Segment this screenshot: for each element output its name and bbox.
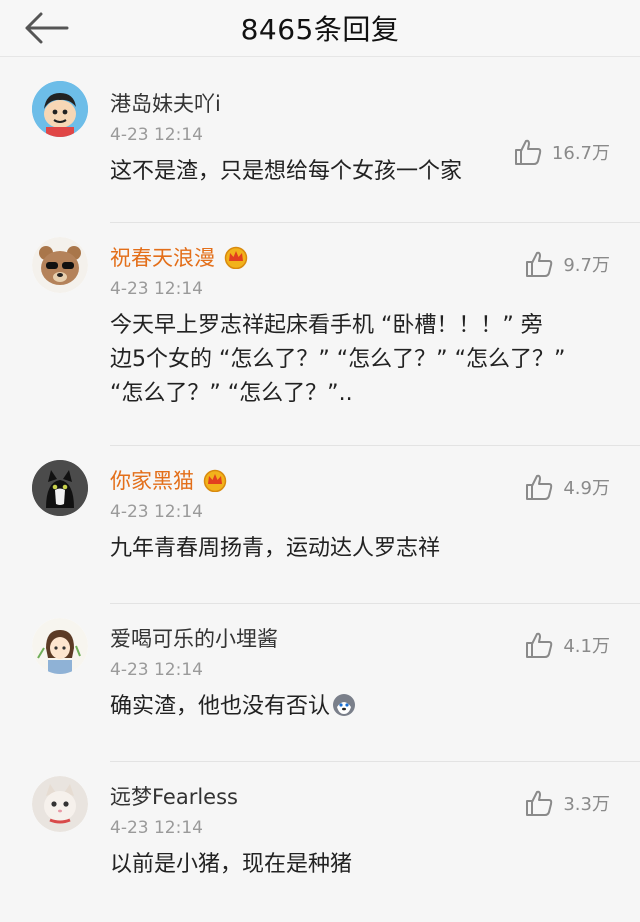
comment-text: 九年青春周扬青，运动达人罗志祥	[110, 536, 441, 561]
comment-time: 4-23 12:14	[110, 818, 203, 838]
like-count: 16.7万	[551, 143, 610, 164]
avatar[interactable]	[32, 460, 88, 516]
vip-crown-icon	[224, 246, 248, 269]
commenter-name[interactable]: 港岛妹夫吖i	[110, 88, 221, 118]
husky-emoji-icon	[333, 694, 356, 716]
vip-crown-icon	[203, 469, 227, 492]
comment-item: 9.7万 祝春天浪漫 4-23 12:14 今天早上罗志祥起床看手机 “卧槽！！…	[0, 223, 640, 445]
like-button[interactable]: 3.3万	[525, 790, 610, 816]
avatar[interactable]	[32, 81, 88, 137]
comment-text: 今天早上罗志祥起床看手机 “卧槽！！！” 旁 边5个女的 “怎么了？” “怎么了…	[110, 309, 610, 411]
comment-time: 4-23 12:14	[110, 502, 203, 522]
comment-item: 4.9万 你家黑猫 4-23 12:14 九年青春周扬青，运动达人罗志祥	[0, 446, 640, 603]
commenter-name[interactable]: 你家黑猫	[110, 465, 194, 495]
commenter-name[interactable]: 爱喝可乐的小埋酱	[110, 623, 278, 653]
like-count: 3.3万	[563, 794, 610, 815]
thumbs-up-icon	[526, 790, 553, 816]
comment-time: 4-23 12:14	[110, 660, 203, 680]
comment-item: 3.3万 远梦Fearless 4-23 12:14 以前是小猪，现在是种猪	[0, 762, 640, 922]
comment-text-content: 确实渣，他也没有否认	[110, 694, 331, 719]
thumbs-up-icon	[526, 474, 553, 500]
comment-text: 确实渣，他也没有否认	[110, 690, 610, 724]
comment-text-line: 今天早上罗志祥起床看手机 “卧槽！！！” 旁	[110, 313, 543, 338]
commenter-name[interactable]: 祝春天浪漫	[110, 242, 215, 272]
comment-text-line: “怎么了？” “怎么了？”..	[110, 381, 353, 406]
avatar[interactable]	[32, 618, 88, 674]
thumbs-up-icon	[526, 632, 553, 658]
thumbs-up-icon	[526, 251, 553, 277]
comment-time: 4-23 12:14	[110, 279, 203, 299]
comment-item: 4.1万 爱喝可乐的小埋酱 4-23 12:14 确实渣，他也没有否认	[0, 604, 640, 761]
comment-text: 以前是小猪，现在是种猪	[110, 852, 353, 877]
avatar[interactable]	[32, 776, 88, 832]
comment-list: 16.7万 港岛妹夫吖i 4-23 12:14 这不是渣，只是想给每个女孩一个家	[0, 57, 640, 922]
comment-text-line: 边5个女的 “怎么了？” “怎么了？” “怎么了？”	[110, 347, 566, 372]
like-count: 4.1万	[563, 636, 610, 657]
avatar[interactable]	[32, 237, 88, 293]
thumbs-up-icon	[514, 139, 542, 165]
like-button[interactable]: 4.1万	[525, 632, 610, 658]
comment-item: 16.7万 港岛妹夫吖i 4-23 12:14 这不是渣，只是想给每个女孩一个家	[0, 57, 640, 222]
like-count: 9.7万	[563, 255, 610, 276]
like-count: 4.9万	[563, 478, 610, 499]
page-title: 8465条回复	[240, 13, 400, 46]
like-button[interactable]: 4.9万	[525, 474, 610, 500]
top-bar: 8465条回复	[0, 0, 640, 57]
like-button[interactable]: 16.7万	[514, 139, 610, 165]
commenter-name[interactable]: 远梦Fearless	[110, 781, 238, 811]
like-button[interactable]: 9.7万	[525, 251, 610, 277]
